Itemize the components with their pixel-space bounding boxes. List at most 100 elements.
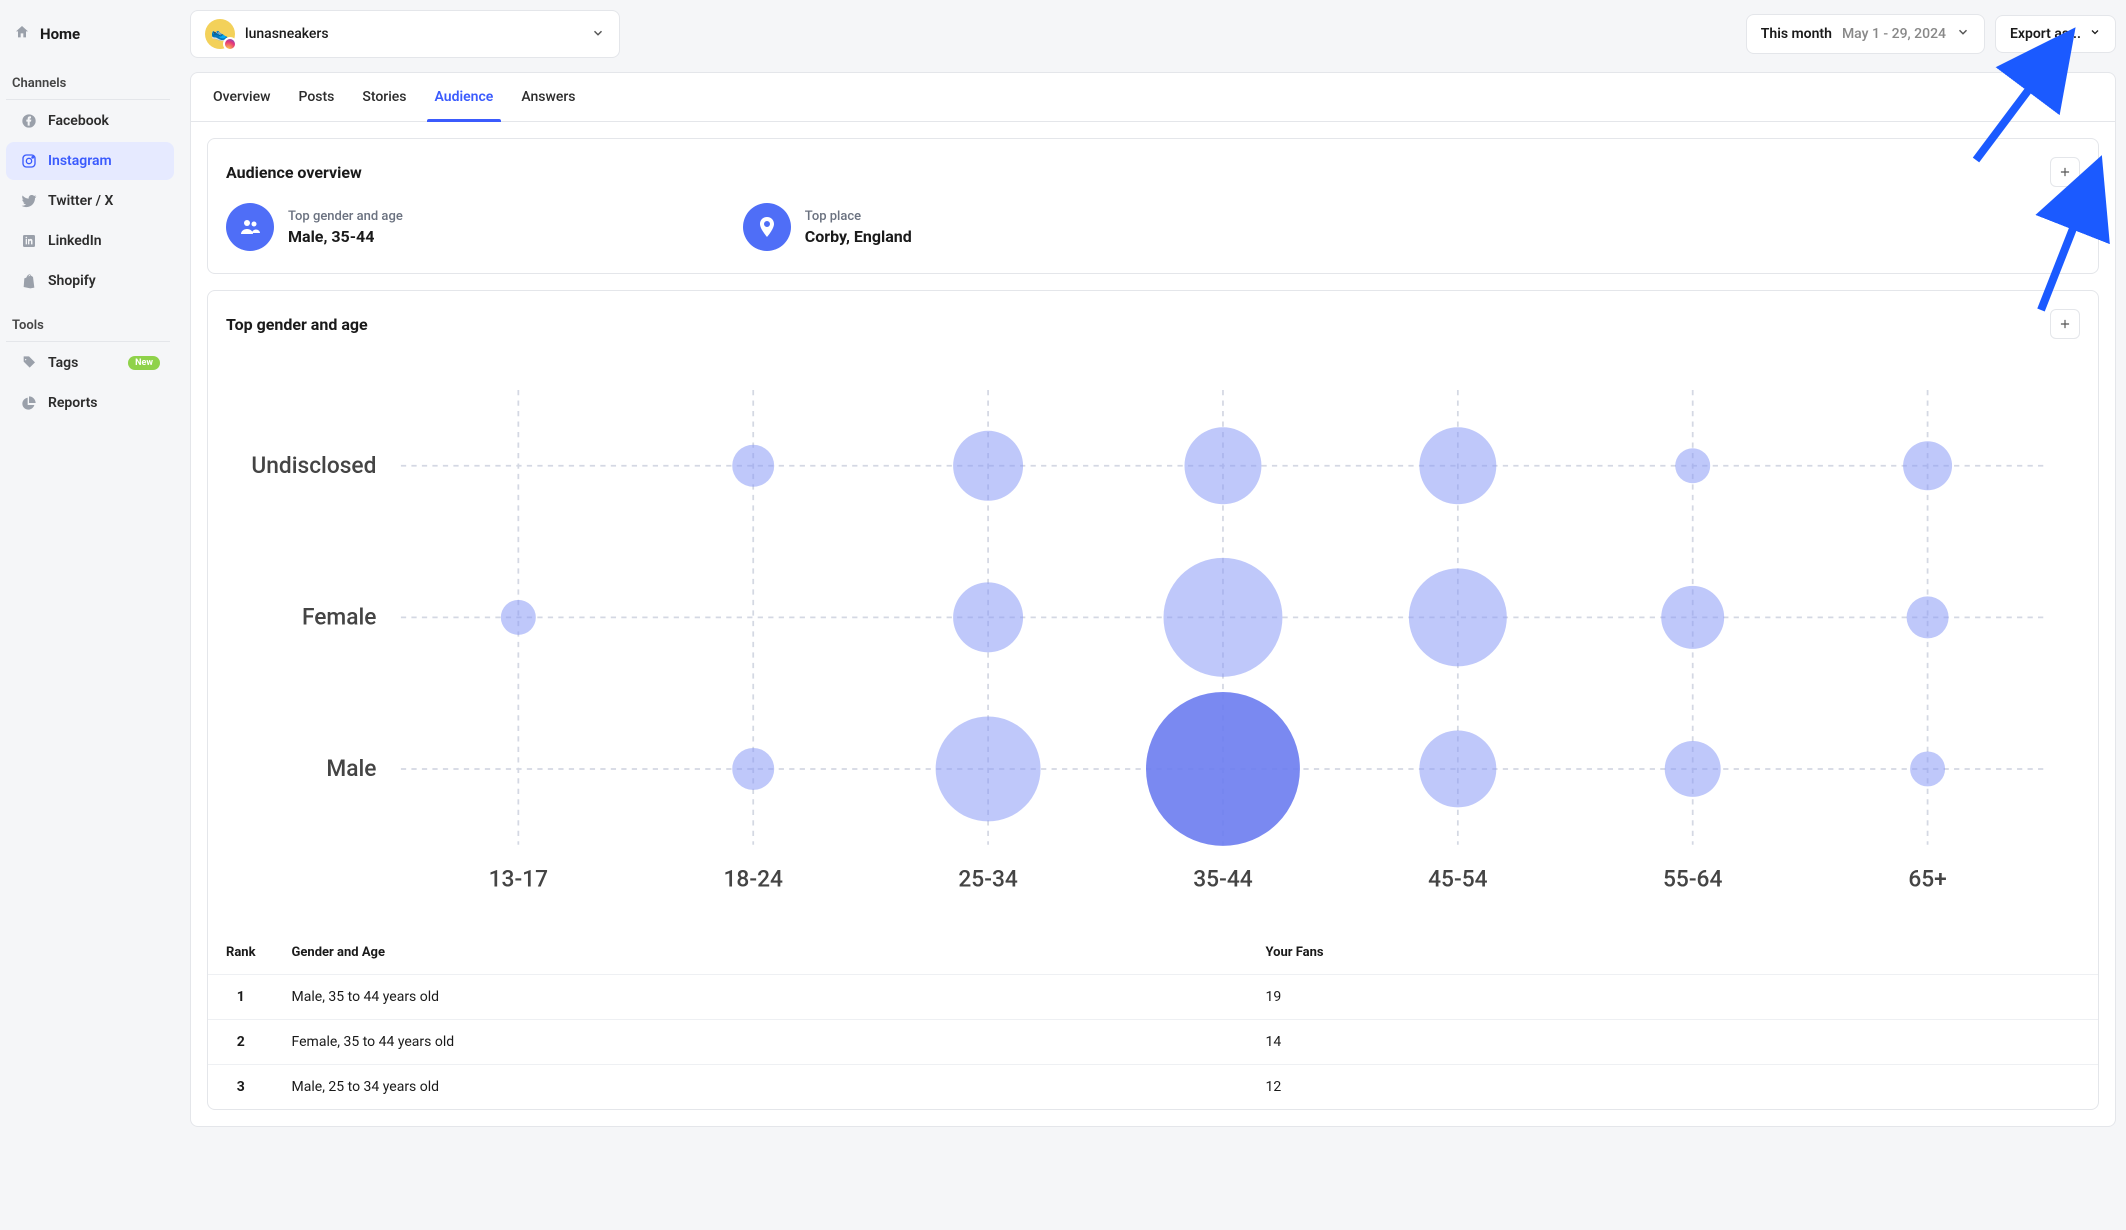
bubble (1910, 751, 1945, 786)
sidebar-item-instagram[interactable]: Instagram (6, 142, 174, 180)
svg-text:Female: Female (302, 603, 376, 630)
bubble (501, 600, 536, 635)
date-range-selector[interactable]: This month May 1 - 29, 2024 (1746, 14, 1985, 54)
instagram-badge-icon (223, 37, 237, 51)
sidebar-item-linkedin[interactable]: LinkedIn (6, 222, 174, 260)
channels-section-label: Channels (6, 76, 170, 100)
bubble-chart: 13-1718-2425-3435-4445-5455-6465+Undiscl… (226, 355, 2080, 897)
tab-audience[interactable]: Audience (421, 73, 508, 121)
stat-top-place: Top place Corby, England (743, 203, 912, 251)
chevron-down-icon (1956, 25, 1970, 43)
svg-text:13-17: 13-17 (489, 866, 548, 893)
bubble (953, 582, 1023, 652)
sidebar-item-label: Shopify (48, 273, 96, 289)
sidebar-item-label: LinkedIn (48, 233, 102, 249)
pin-icon (743, 203, 791, 251)
col-gender-age: Gender and Age (274, 931, 1248, 975)
date-range: May 1 - 29, 2024 (1842, 26, 1946, 42)
topbar: 👟 lunasneakers This month May 1 - 29, 20… (190, 10, 2116, 58)
bubble (953, 431, 1023, 501)
bubble (1184, 427, 1261, 504)
sidebar-item-label: Twitter / X (48, 193, 113, 209)
svg-text:Male: Male (326, 755, 376, 782)
tabs: Overview Posts Stories Audience Answers (191, 73, 2115, 122)
stat-label: Top place (805, 209, 912, 224)
stat-top-gender-age: Top gender and age Male, 35-44 (226, 203, 403, 251)
stat-value: Male, 35-44 (288, 227, 403, 246)
svg-text:65+: 65+ (1908, 866, 1946, 893)
chevron-down-icon (2089, 26, 2101, 42)
tag-icon (20, 354, 38, 372)
panel-title: Top gender and age (226, 315, 368, 334)
bubble (1409, 568, 1507, 666)
sidebar-item-label: Instagram (48, 153, 112, 169)
cell-fans: 19 (1248, 975, 2099, 1020)
svg-text:45-54: 45-54 (1428, 866, 1487, 893)
stat-value: Corby, England (805, 227, 912, 246)
bubble (1907, 596, 1949, 638)
bubble (1675, 448, 1710, 483)
sidebar-item-twitter[interactable]: Twitter / X (6, 182, 174, 220)
sidebar: Home Channels Facebook Instagram Twitter… (0, 0, 180, 1230)
home-icon (14, 24, 30, 44)
tab-answers[interactable]: Answers (507, 73, 589, 121)
bubble (1163, 558, 1282, 677)
content-card: Overview Posts Stories Audience Answers … (190, 72, 2116, 1127)
table-row: 1Male, 35 to 44 years old19 (208, 975, 2098, 1020)
cell-rank: 3 (208, 1065, 274, 1110)
twitter-icon (20, 192, 38, 210)
bubble (1661, 586, 1724, 649)
col-fans: Your Fans (1248, 931, 2099, 975)
cell-label: Male, 35 to 44 years old (274, 975, 1248, 1020)
main-content: 👟 lunasneakers This month May 1 - 29, 20… (180, 0, 2126, 1230)
svg-text:55-64: 55-64 (1663, 866, 1722, 893)
bubble (732, 445, 774, 487)
bubble (1665, 741, 1721, 797)
home-label: Home (40, 25, 80, 43)
tab-stories[interactable]: Stories (348, 73, 420, 121)
sidebar-item-label: Tags (48, 355, 78, 371)
table-row: 3Male, 25 to 34 years old12 (208, 1065, 2098, 1110)
add-button[interactable] (2050, 309, 2080, 339)
cell-rank: 1 (208, 975, 274, 1020)
instagram-icon (20, 152, 38, 170)
facebook-icon (20, 112, 38, 130)
sidebar-item-home[interactable]: Home (0, 18, 180, 58)
sidebar-item-tags[interactable]: Tags New (6, 344, 174, 382)
tools-section-label: Tools (6, 318, 170, 342)
svg-text:25-34: 25-34 (958, 866, 1017, 893)
bubble (936, 716, 1041, 821)
svg-text:Undisclosed: Undisclosed (251, 452, 376, 479)
table-row: 2Female, 35 to 44 years old14 (208, 1020, 2098, 1065)
panel-title: Audience overview (226, 163, 362, 182)
sidebar-item-facebook[interactable]: Facebook (6, 102, 174, 140)
shopify-icon (20, 272, 38, 290)
col-rank: Rank (208, 931, 274, 975)
pie-icon (20, 394, 38, 412)
cell-label: Female, 35 to 44 years old (274, 1020, 1248, 1065)
export-button[interactable]: Export as... (1995, 15, 2116, 53)
gender-age-chart-panel: Top gender and age 13-1718-2425-3435-444… (207, 290, 2099, 1110)
people-icon (226, 203, 274, 251)
audience-overview-panel: Audience overview Top gender and age Mal… (207, 138, 2099, 274)
sidebar-item-shopify[interactable]: Shopify (6, 262, 174, 300)
chevron-down-icon (591, 25, 605, 44)
cell-fans: 14 (1248, 1020, 2099, 1065)
account-name: lunasneakers (245, 26, 329, 42)
bubble (1146, 692, 1300, 846)
stat-label: Top gender and age (288, 209, 403, 224)
linkedin-icon (20, 232, 38, 250)
account-selector[interactable]: 👟 lunasneakers (190, 10, 620, 58)
new-badge: New (128, 356, 160, 370)
sidebar-item-label: Reports (48, 395, 98, 411)
bubble (1419, 730, 1496, 807)
tab-overview[interactable]: Overview (199, 73, 284, 121)
tab-posts[interactable]: Posts (284, 73, 348, 121)
bubble (1903, 441, 1952, 490)
bubble (1419, 427, 1496, 504)
sidebar-item-reports[interactable]: Reports (6, 384, 174, 422)
export-label: Export as... (2010, 26, 2081, 42)
cell-fans: 12 (1248, 1065, 2099, 1110)
bubble (732, 748, 774, 790)
add-button[interactable] (2050, 157, 2080, 187)
